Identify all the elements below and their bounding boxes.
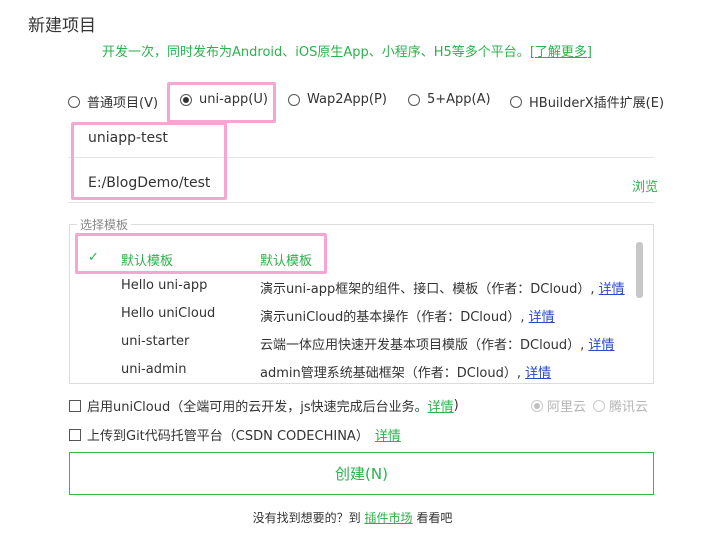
git-checkbox[interactable] bbox=[69, 428, 81, 441]
unicloud-option: 启用uniCloud（全端可用的云开发，js快速完成后台业务。 详情) bbox=[69, 396, 459, 415]
check-icon: ✓ bbox=[88, 250, 99, 265]
radio-label: uni-app(U) bbox=[199, 92, 268, 107]
template-detail-link[interactable]: 详情 bbox=[588, 338, 614, 353]
page-subtitle: 开发一次，同时发布为Android、iOS原生App、小程序、H5等多个平台。[… bbox=[102, 41, 592, 60]
unicloud-label: 启用uniCloud（全端可用的云开发，js快速完成后台业务。 bbox=[87, 400, 428, 415]
template-desc-text: 演示uni-app框架的组件、接口、模板（作者：DCloud）, bbox=[260, 282, 595, 297]
template-desc: 云端一体应用快速开发基本项目模版（作者：DCloud）, 详情 bbox=[260, 334, 614, 353]
footer-hint: 没有找到想要的？到 插件市场 看看吧 bbox=[0, 509, 705, 526]
radio-circle-icon bbox=[288, 93, 300, 106]
radio-label: HBuilderX插件扩展(E) bbox=[529, 96, 665, 111]
template-legend: 选择模板 bbox=[77, 216, 132, 233]
template-detail-link[interactable]: 详情 bbox=[599, 282, 625, 297]
plugin-market-link[interactable]: 插件市场 bbox=[364, 511, 412, 525]
template-list: ✓ 默认模板 默认模板 Hello uni-app 演示uni-app框架的组件… bbox=[69, 224, 654, 384]
field-divider bbox=[68, 157, 654, 158]
unicloud-detail-link[interactable]: 详情 bbox=[428, 396, 454, 415]
project-location-input[interactable]: E:/BlogDemo/test bbox=[88, 175, 210, 191]
browse-button[interactable]: 浏览 bbox=[632, 176, 658, 195]
template-row[interactable]: uni-starter 云端一体应用快速开发基本项目模版（作者：DCloud）,… bbox=[70, 328, 630, 356]
template-row[interactable]: Hello uni-app 演示uni-app框架的组件、接口、模板（作者：DC… bbox=[70, 272, 630, 300]
unicloud-close-paren: ) bbox=[453, 398, 459, 413]
template-desc: admin管理系统基础框架（作者：DCloud）, 详情 bbox=[260, 362, 551, 381]
template-desc-text: 云端一体应用快速开发基本项目模版（作者：DCloud）, bbox=[260, 338, 585, 353]
field-divider bbox=[68, 202, 654, 203]
provider-label: 腾讯云 bbox=[609, 400, 649, 415]
radio-checked-icon bbox=[531, 399, 543, 412]
template-desc-text: 演示uniCloud的基本操作（作者：DCloud）, bbox=[260, 310, 525, 325]
template-row[interactable]: Hello uniCloud 演示uniCloud的基本操作（作者：DCloud… bbox=[70, 300, 630, 328]
project-name-input[interactable]: uniapp-test bbox=[88, 130, 168, 146]
template-scrollbar[interactable] bbox=[636, 242, 643, 298]
template-detail-link[interactable]: 详情 bbox=[529, 310, 555, 325]
create-button[interactable]: 创建(N) bbox=[69, 452, 654, 495]
git-option: 上传到Git代码托管平台（CSDN CODECHINA） 详情 bbox=[69, 425, 401, 444]
radio-circle-icon bbox=[510, 95, 522, 108]
radio-label: Wap2App(P) bbox=[307, 92, 387, 107]
provider-tencent-radio[interactable]: 腾讯云 bbox=[593, 396, 648, 415]
git-detail-link[interactable]: 详情 bbox=[375, 425, 401, 444]
radio-normal-project[interactable]: 普通项目(V) bbox=[68, 92, 158, 111]
radio-wap2app[interactable]: Wap2App(P) bbox=[288, 92, 387, 107]
footer-suffix: 看看吧 bbox=[416, 511, 453, 525]
template-row[interactable]: ✓ 默认模板 默认模板 bbox=[70, 244, 630, 272]
radio-circle-icon bbox=[408, 93, 420, 106]
footer-prefix: 没有找到想要的？到 bbox=[252, 511, 361, 525]
radio-label: 5+App(A) bbox=[427, 92, 491, 107]
unicloud-checkbox[interactable] bbox=[69, 399, 81, 412]
template-name: Hello uniCloud bbox=[121, 306, 216, 321]
radio-circle-icon bbox=[593, 399, 605, 412]
template-desc: 默认模板 bbox=[260, 254, 313, 269]
radio-label: 普通项目(V) bbox=[87, 96, 159, 111]
provider-aliyun-radio[interactable]: 阿里云 bbox=[531, 396, 586, 415]
template-desc: 演示uni-app框架的组件、接口、模板（作者：DCloud）, 详情 bbox=[260, 278, 625, 297]
template-name: uni-admin bbox=[121, 362, 187, 377]
template-name: Hello uni-app bbox=[121, 278, 208, 293]
template-name: uni-starter bbox=[121, 334, 190, 349]
radio-checked-icon bbox=[180, 93, 192, 106]
learn-more-link[interactable]: [了解更多] bbox=[530, 45, 592, 60]
radio-5plus-app[interactable]: 5+App(A) bbox=[408, 92, 491, 107]
git-label: 上传到Git代码托管平台（CSDN CODECHINA） bbox=[87, 429, 369, 444]
template-detail-link[interactable]: 详情 bbox=[525, 366, 551, 381]
radio-circle-icon bbox=[68, 95, 80, 108]
template-desc-text: admin管理系统基础框架（作者：DCloud）, bbox=[260, 366, 522, 381]
subtitle-text: 开发一次，同时发布为Android、iOS原生App、小程序、H5等多个平台。 bbox=[102, 45, 530, 60]
radio-hbuilderx-plugin[interactable]: HBuilderX插件扩展(E) bbox=[510, 92, 664, 111]
radio-uni-app[interactable]: uni-app(U) bbox=[180, 92, 268, 107]
template-name: 默认模板 bbox=[121, 254, 174, 269]
page-title: 新建项目 bbox=[28, 16, 96, 36]
template-desc: 演示uniCloud的基本操作（作者：DCloud）, 详情 bbox=[260, 306, 555, 325]
provider-label: 阿里云 bbox=[547, 400, 587, 415]
template-row[interactable]: uni-admin admin管理系统基础框架（作者：DCloud）, 详情 bbox=[70, 356, 630, 384]
